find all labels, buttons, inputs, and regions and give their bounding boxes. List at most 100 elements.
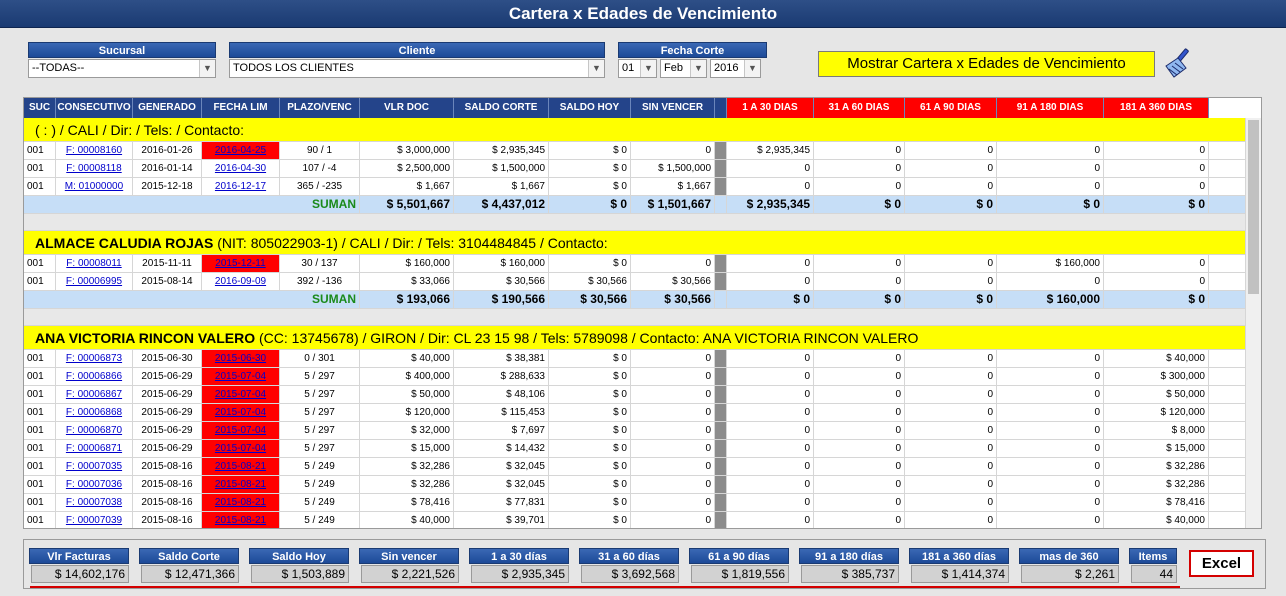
column-header[interactable]: 61 A 90 DIAS xyxy=(905,98,997,118)
cell-consecutivo: F: 00008160 xyxy=(56,142,133,159)
year-select[interactable]: 2016 ▼ xyxy=(710,59,761,78)
chevron-down-icon[interactable]: ▼ xyxy=(690,60,706,77)
due-date-link[interactable]: 2016-04-30 xyxy=(215,163,266,174)
cell-1-30: 0 xyxy=(727,368,814,385)
column-header[interactable]: 181 A 360 DIAS xyxy=(1104,98,1209,118)
due-date-link[interactable]: 2015-07-04 xyxy=(215,371,266,382)
excel-button[interactable]: Excel xyxy=(1189,550,1254,577)
invoice-link[interactable]: F: 00006873 xyxy=(66,353,122,364)
cell-vlr-doc: $ 3,000,000 xyxy=(360,142,454,159)
cell-suc: 001 xyxy=(24,160,56,177)
cliente-select[interactable]: TODOS LOS CLIENTES ▼ xyxy=(229,59,605,78)
column-header[interactable]: SALDO HOY xyxy=(549,98,631,118)
day-select[interactable]: 01 ▼ xyxy=(618,59,657,78)
due-date-link[interactable]: 2015-08-21 xyxy=(215,479,266,490)
invoice-link[interactable]: F: 00008011 xyxy=(66,258,121,269)
column-header[interactable]: SUC xyxy=(24,98,56,118)
invoice-link[interactable]: F: 00006871 xyxy=(66,443,122,454)
cell-separator xyxy=(715,458,727,475)
sum-91-180: $ 160,000 xyxy=(997,291,1104,308)
column-header[interactable]: CONSECUTIVO xyxy=(56,98,133,118)
cell-1-30: 0 xyxy=(727,273,814,290)
total-box: Saldo Hoy $ 1,503,889 xyxy=(249,548,349,584)
column-header[interactable]: SALDO CORTE xyxy=(454,98,549,118)
cell-91-180: $ 160,000 xyxy=(997,255,1104,272)
invoice-link[interactable]: F: 00007039 xyxy=(66,515,122,526)
due-date-link[interactable]: 2016-09-09 xyxy=(215,276,266,287)
cell-fecha-lim: 2016-04-25 xyxy=(202,142,280,159)
broom-icon[interactable] xyxy=(1160,46,1196,80)
cell-fecha-lim: 2015-07-04 xyxy=(202,422,280,439)
column-header[interactable]: VLR DOC xyxy=(360,98,454,118)
cell-61-90: 0 xyxy=(905,178,997,195)
month-select[interactable]: Feb ▼ xyxy=(660,59,707,78)
invoice-link[interactable]: F: 00008160 xyxy=(66,145,122,156)
cell-consecutivo: F: 00006995 xyxy=(56,273,133,290)
scrollbar-thumb[interactable] xyxy=(1248,120,1259,294)
cell-vlr-doc: $ 120,000 xyxy=(360,404,454,421)
column-header[interactable]: 31 A 60 DIAS xyxy=(814,98,905,118)
cell-plazo: 5 / 297 xyxy=(280,368,360,385)
total-value: $ 1,819,556 xyxy=(691,565,789,583)
invoice-link[interactable]: F: 00007035 xyxy=(66,461,122,472)
cell-31-60: 0 xyxy=(814,350,905,367)
chevron-down-icon[interactable]: ▼ xyxy=(588,60,604,77)
cell-suc: 001 xyxy=(24,476,56,493)
invoice-link[interactable]: F: 00006866 xyxy=(66,371,122,382)
show-report-button[interactable]: Mostrar Cartera x Edades de Vencimiento xyxy=(818,51,1155,77)
invoice-link[interactable]: M: 01000000 xyxy=(65,181,123,192)
cell-91-180: 0 xyxy=(997,350,1104,367)
column-header[interactable]: SIN VENCER xyxy=(631,98,715,118)
due-date-link[interactable]: 2015-07-04 xyxy=(215,407,266,418)
due-date-link[interactable]: 2015-08-21 xyxy=(215,497,266,508)
cell-suc: 001 xyxy=(24,494,56,511)
due-date-link[interactable]: 2015-08-21 xyxy=(215,515,266,526)
invoice-link[interactable]: F: 00006867 xyxy=(66,389,122,400)
table-row: 001 F: 00007035 2015-08-16 2015-08-21 5 / 24… xyxy=(24,458,1246,476)
column-header[interactable] xyxy=(715,98,727,118)
cell-1-30: 0 xyxy=(727,386,814,403)
sum-181-360: $ 0 xyxy=(1104,196,1209,213)
due-date-link[interactable]: 2015-12-11 xyxy=(215,258,265,269)
cell-vlr-doc: $ 1,667 xyxy=(360,178,454,195)
total-label: 1 a 30 días xyxy=(469,548,569,564)
sum-saldo-hoy: $ 30,566 xyxy=(549,291,631,308)
cell-181-360: $ 32,286 xyxy=(1104,476,1209,493)
chevron-down-icon[interactable]: ▼ xyxy=(640,60,656,77)
invoice-link[interactable]: F: 00007036 xyxy=(66,479,122,490)
sucursal-select[interactable]: --TODAS-- ▼ xyxy=(28,59,216,78)
chevron-down-icon[interactable]: ▼ xyxy=(744,60,760,77)
due-date-link[interactable]: 2015-07-04 xyxy=(215,443,266,454)
due-date-link[interactable]: 2015-08-21 xyxy=(215,461,266,472)
chevron-down-icon[interactable]: ▼ xyxy=(199,60,215,77)
invoice-link[interactable]: F: 00006870 xyxy=(66,425,122,436)
cliente-value: TODOS LOS CLIENTES xyxy=(233,62,354,74)
invoice-link[interactable]: F: 00007038 xyxy=(66,497,122,508)
cell-saldo-corte: $ 77,831 xyxy=(454,494,549,511)
invoice-link[interactable]: F: 00006868 xyxy=(66,407,122,418)
sum-61-90: $ 0 xyxy=(905,291,997,308)
column-header[interactable]: GENERADO xyxy=(133,98,202,118)
due-date-link[interactable]: 2015-07-04 xyxy=(215,425,266,436)
invoice-link[interactable]: F: 00008118 xyxy=(66,163,121,174)
cell-fecha-lim: 2015-07-04 xyxy=(202,404,280,421)
cell-1-30: 0 xyxy=(727,178,814,195)
due-date-link[interactable]: 2016-04-25 xyxy=(215,145,266,156)
cell-generado: 2015-06-29 xyxy=(133,368,202,385)
cell-91-180: 0 xyxy=(997,142,1104,159)
due-date-link[interactable]: 2015-07-04 xyxy=(215,389,266,400)
grid-scrollbar[interactable] xyxy=(1245,118,1261,528)
column-header[interactable]: FECHA LIM xyxy=(202,98,280,118)
cell-saldo-hoy: $ 0 xyxy=(549,422,631,439)
cell-sin-vencer: 0 xyxy=(631,386,715,403)
sum-31-60: $ 0 xyxy=(814,196,905,213)
cell-sin-vencer: 0 xyxy=(631,368,715,385)
cell-consecutivo: F: 00008118 xyxy=(56,160,133,177)
total-label: 181 a 360 días xyxy=(909,548,1009,564)
column-header[interactable]: 1 A 30 DIAS xyxy=(727,98,814,118)
invoice-link[interactable]: F: 00006995 xyxy=(66,276,122,287)
due-date-link[interactable]: 2016-12-17 xyxy=(215,181,266,192)
column-header[interactable]: 91 A 180 DIAS xyxy=(997,98,1104,118)
column-header[interactable]: PLAZO/VENC xyxy=(280,98,360,118)
due-date-link[interactable]: 2015-06-30 xyxy=(215,353,266,364)
